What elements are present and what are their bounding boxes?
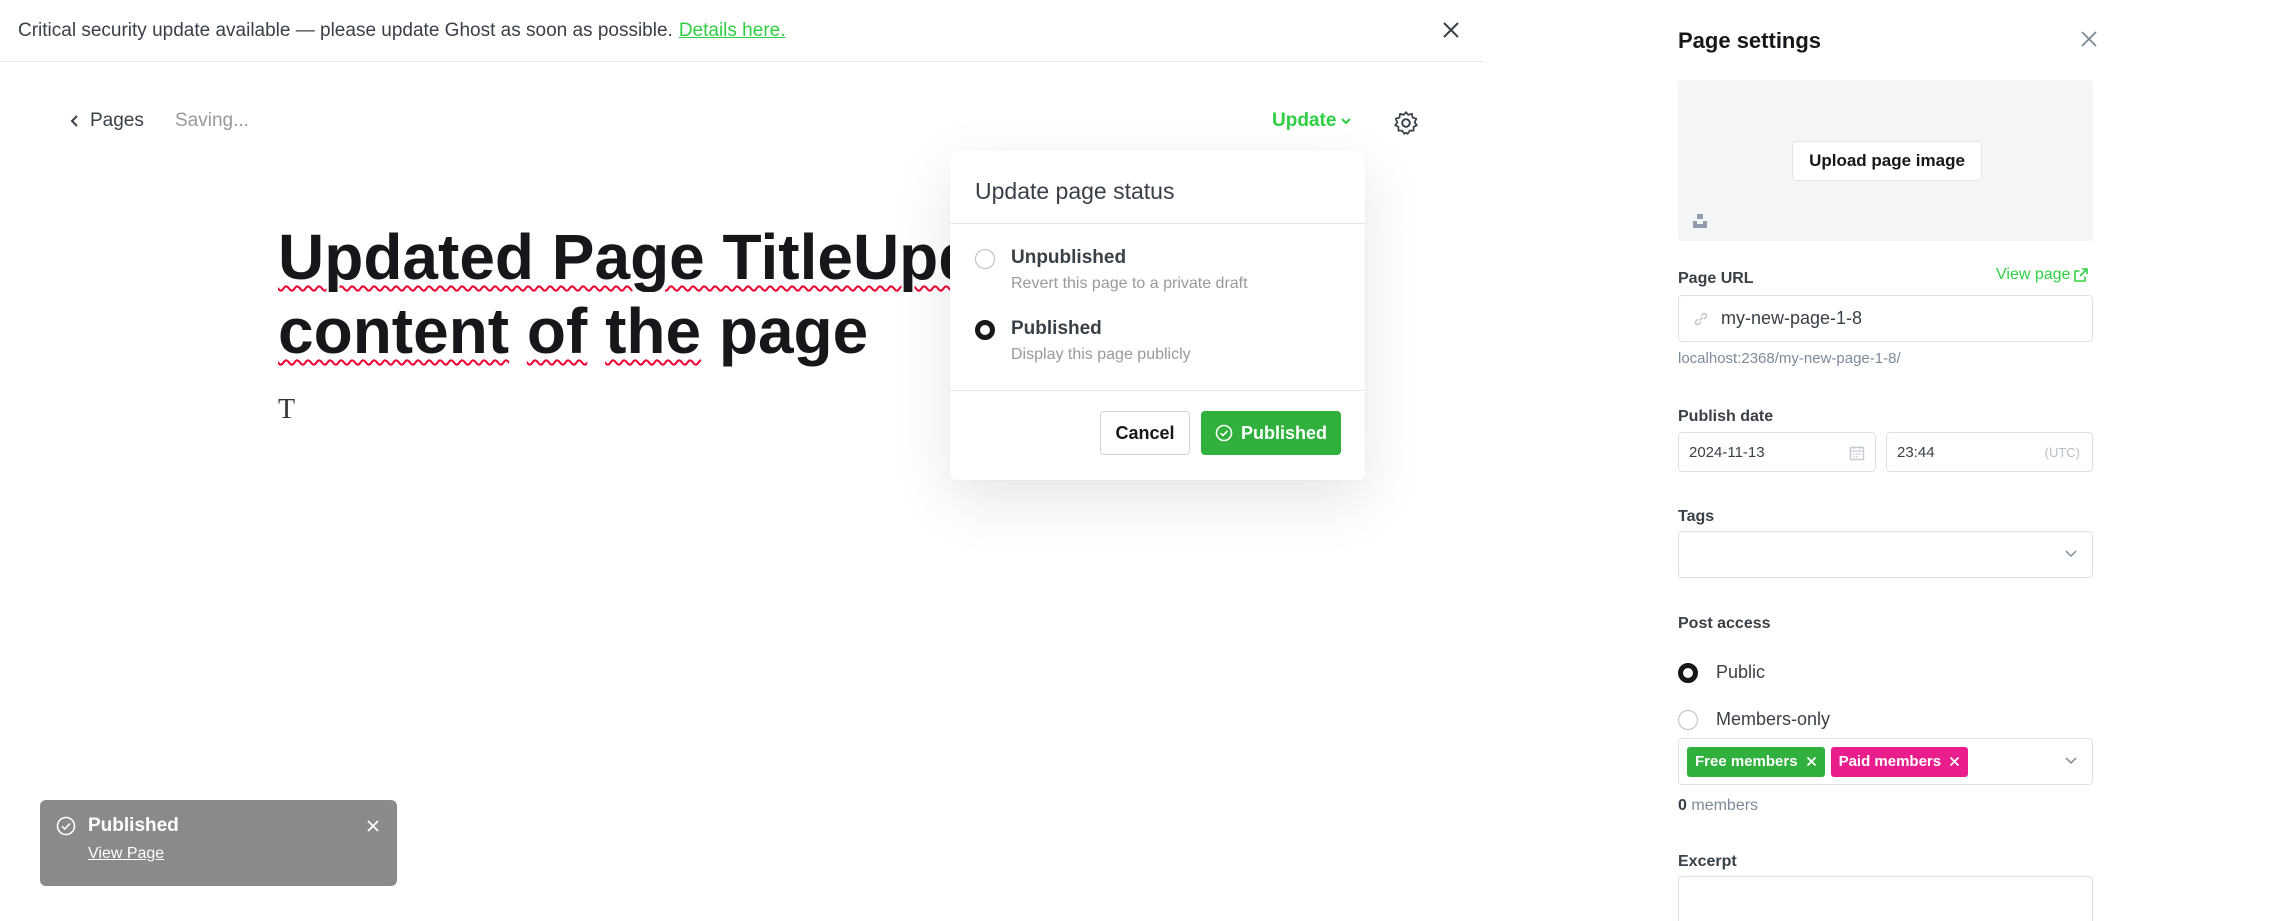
option-desc: Revert this page to a private draft xyxy=(1011,275,1248,292)
access-label: Members-only xyxy=(1716,708,1831,729)
option-label: Unpublished xyxy=(1011,247,1127,268)
url-value: my-new-page-1-8 xyxy=(1721,308,1863,328)
chevron-down-icon xyxy=(2065,757,2077,765)
option-desc: Display this page publicly xyxy=(1011,346,1191,363)
update-button[interactable]: Update xyxy=(1272,110,1352,132)
feature-image-area: Upload page image xyxy=(1678,80,2093,241)
editor-body[interactable]: T xyxy=(278,394,295,426)
security-banner: Critical security update available — ple… xyxy=(0,0,1483,62)
chip-label: Paid members xyxy=(1838,753,1942,770)
calendar-icon xyxy=(1849,446,1865,461)
page-title-line-2[interactable]: content of the page xyxy=(278,296,868,366)
tags-label: Tags xyxy=(1678,508,1715,525)
option-label: Published xyxy=(1011,318,1102,339)
tier-chip-paid: Paid members xyxy=(1830,746,1969,777)
radio-public[interactable] xyxy=(1678,663,1698,683)
post-access-label: Post access xyxy=(1678,615,1771,632)
view-page-link[interactable]: View page xyxy=(1996,266,2089,284)
radio-members-only[interactable] xyxy=(1678,710,1698,730)
divider xyxy=(950,390,1365,391)
divider xyxy=(950,223,1365,224)
excerpt-label: Excerpt xyxy=(1678,853,1737,870)
url-preview: localhost:2368/my-new-page-1-8/ xyxy=(1678,350,1901,367)
back-label: Pages xyxy=(90,110,144,131)
upload-image-button[interactable]: Upload page image xyxy=(1792,141,1982,181)
page-title-input[interactable]: Updated Page TitleUpdat xyxy=(278,222,968,292)
back-to-pages-link[interactable]: Pages xyxy=(70,110,144,132)
access-label: Public xyxy=(1716,661,1766,682)
page-settings-panel: Page settings Upload page image Page URL… xyxy=(1660,0,2270,921)
banner-message: Critical security update available — ple… xyxy=(18,19,673,41)
title-word: page xyxy=(718,295,869,367)
update-label: Update xyxy=(1272,110,1337,131)
published-button[interactable]: Published xyxy=(1201,411,1341,455)
tags-input[interactable] xyxy=(1678,531,2093,578)
close-icon[interactable] xyxy=(365,818,381,834)
date-value: 2024-11-13 xyxy=(1689,443,1765,461)
members-count: 0 members xyxy=(1678,797,1758,815)
title-line-1: Updated Page TitleUpdat xyxy=(278,222,968,292)
timezone-label: (UTC) xyxy=(2044,444,2080,460)
published-label: Published xyxy=(1240,422,1327,443)
gear-icon[interactable] xyxy=(1393,110,1419,136)
remove-icon[interactable] xyxy=(1949,756,1960,767)
remove-icon[interactable] xyxy=(1806,756,1817,767)
toast-title: Published xyxy=(88,815,179,836)
unsplash-icon[interactable] xyxy=(1692,213,1708,229)
publish-time-input[interactable]: 23:44 (UTC) xyxy=(1886,432,2093,472)
external-link-icon xyxy=(2074,268,2089,282)
time-value: 23:44 xyxy=(1897,443,1935,461)
close-icon[interactable] xyxy=(1439,18,1463,42)
page-url-input[interactable]: my-new-page-1-8 xyxy=(1678,295,2093,342)
members-suffix: members xyxy=(1691,797,1759,814)
page-url-label: Page URL xyxy=(1678,270,1754,287)
check-circle-icon xyxy=(1215,424,1233,442)
radio-unpublished[interactable] xyxy=(975,249,995,269)
chevron-down-icon xyxy=(2065,550,2077,558)
title-word: the xyxy=(605,295,702,367)
chevron-down-icon xyxy=(1341,118,1352,125)
chevron-left-icon xyxy=(70,115,78,127)
popup-title: Update page status xyxy=(975,178,1175,204)
option-unpublished[interactable]: Unpublished Revert this page to a privat… xyxy=(975,247,1248,293)
chip-label: Free members xyxy=(1695,753,1798,770)
banner-details-link[interactable]: Details here. xyxy=(679,20,786,42)
radio-published[interactable] xyxy=(975,320,995,340)
view-page-link[interactable]: View Page xyxy=(88,845,164,863)
published-toast: Published View Page xyxy=(40,800,397,886)
publish-date-label: Publish date xyxy=(1678,408,1774,425)
title-word: of xyxy=(526,295,588,367)
access-option-public[interactable]: Public xyxy=(1678,661,1765,683)
view-page-label: View page xyxy=(1996,266,2071,283)
members-number: 0 xyxy=(1678,797,1687,814)
option-published[interactable]: Published Display this page publicly xyxy=(975,318,1191,364)
link-icon xyxy=(1694,312,1708,325)
tier-select[interactable]: Free members Paid members xyxy=(1678,738,2093,785)
cancel-button[interactable]: Cancel xyxy=(1100,411,1190,455)
save-status: Saving... xyxy=(175,110,249,131)
close-icon[interactable] xyxy=(2078,28,2100,50)
panel-title: Page settings xyxy=(1678,28,1822,53)
check-circle-icon xyxy=(56,816,76,836)
access-option-members-only[interactable]: Members-only xyxy=(1678,708,1830,730)
title-word: content xyxy=(278,295,510,367)
excerpt-input[interactable] xyxy=(1678,876,2093,921)
update-status-popup: Update page status Unpublished Revert th… xyxy=(950,150,1365,480)
tier-chip-free: Free members xyxy=(1687,746,1825,777)
publish-date-input[interactable]: 2024-11-13 xyxy=(1678,432,1876,472)
